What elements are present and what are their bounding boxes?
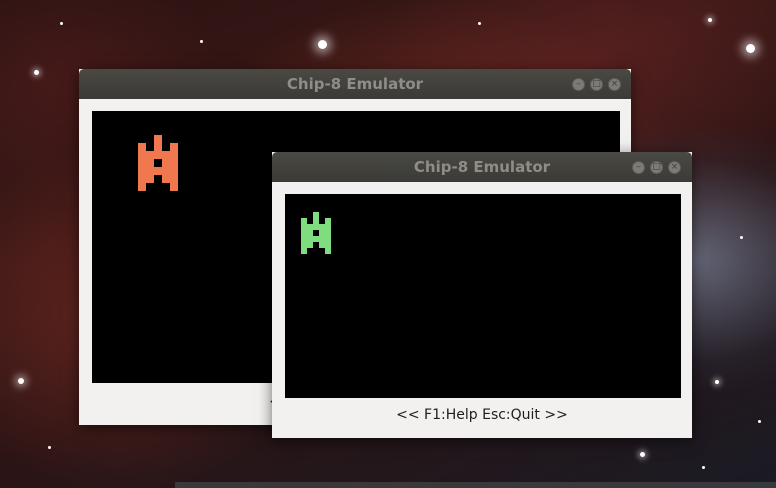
sprite-pixel [325,230,331,236]
sprite-pixel [146,151,154,159]
sprite-pixel [138,183,146,191]
star [48,446,51,449]
sprite-pixel [301,224,307,230]
sprite-pixel [170,151,178,159]
sprite-pixel [154,151,162,159]
status-text: << F1:Help Esc:Quit >> [396,407,568,423]
sprite-pixel [154,143,162,151]
close-button[interactable]: × [608,78,621,91]
star [715,380,719,384]
sprite-pixel [138,175,146,183]
sprite-pixel [301,236,307,242]
sprite-pixel [307,230,313,236]
sprite-pixel [325,218,331,224]
star [478,22,481,25]
sprite-pixel [170,175,178,183]
sprite-pixel [138,151,146,159]
sprite-icon [138,135,178,191]
window-title: Chip-8 Emulator [286,75,424,93]
minimize-button[interactable]: – [572,78,585,91]
star [708,18,712,22]
sprite-pixel [319,242,325,248]
sprite-pixel [146,167,154,175]
star [200,40,203,43]
sprite-pixel [313,218,319,224]
window-title: Chip-8 Emulator [413,158,551,176]
sprite-pixel [301,248,307,254]
sprite-pixel [301,218,307,224]
sprite-pixel [307,236,313,242]
sprite-pixel [138,143,146,151]
sprite-pixel [162,167,170,175]
emulator-display [285,194,681,398]
emulator-window-front[interactable]: Chip-8 Emulator – □ × << F1:Help Esc:Qui… [272,152,692,438]
star [60,22,63,25]
maximize-button[interactable]: □ [650,161,663,174]
sprite-pixel [313,212,319,218]
sprite-pixel [146,175,154,183]
sprite-pixel [138,167,146,175]
sprite-pixel [301,242,307,248]
sprite-pixel [307,242,313,248]
sprite-pixel [146,159,154,167]
taskbar-strip [175,482,776,488]
sprite-pixel [162,159,170,167]
star [34,70,39,75]
sprite-icon [301,212,331,254]
star [18,378,24,384]
star [740,236,743,239]
title-bar[interactable]: Chip-8 Emulator – □ × [272,152,692,182]
sprite-pixel [313,236,319,242]
sprite-pixel [154,135,162,143]
sprite-pixel [301,230,307,236]
sprite-pixel [319,236,325,242]
maximize-button[interactable]: □ [590,78,603,91]
sprite-pixel [162,175,170,183]
star [746,44,755,53]
sprite-pixel [313,224,319,230]
close-button[interactable]: × [668,161,681,174]
sprite-pixel [325,248,331,254]
sprite-pixel [307,224,313,230]
minimize-button[interactable]: – [632,161,645,174]
sprite-pixel [170,159,178,167]
star [702,466,705,469]
sprite-pixel [325,224,331,230]
sprite-pixel [170,143,178,151]
star [640,452,645,457]
title-bar[interactable]: Chip-8 Emulator – □ × [79,69,631,99]
sprite-pixel [325,236,331,242]
sprite-pixel [325,242,331,248]
star [758,420,761,423]
sprite-pixel [170,167,178,175]
sprite-pixel [138,159,146,167]
sprite-pixel [319,230,325,236]
sprite-pixel [162,151,170,159]
star [318,40,327,49]
sprite-pixel [170,183,178,191]
sprite-pixel [154,167,162,175]
sprite-pixel [319,224,325,230]
